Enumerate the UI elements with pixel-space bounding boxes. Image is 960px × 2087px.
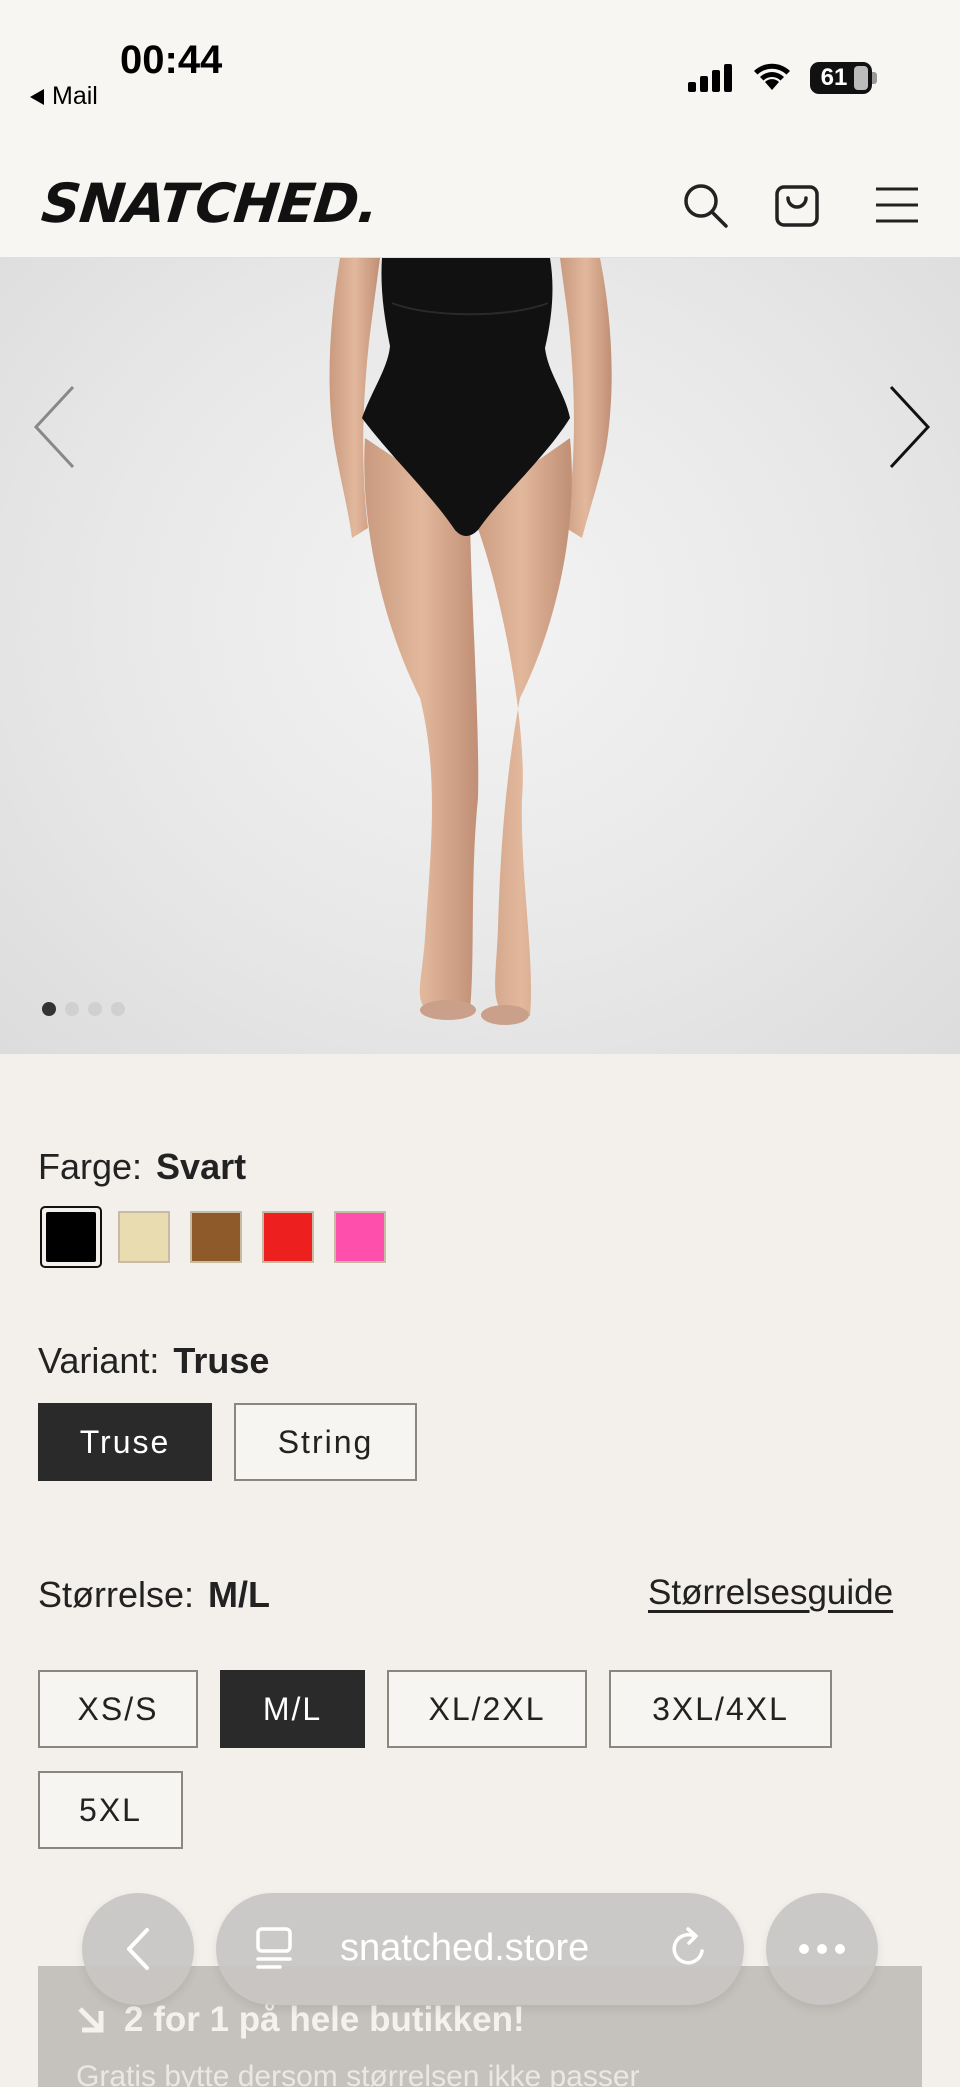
address-url: snatched.store — [340, 1927, 590, 1969]
color-swatch[interactable] — [40, 1206, 102, 1268]
cart-button[interactable] — [770, 178, 824, 232]
color-swatch[interactable] — [190, 1211, 242, 1263]
product-photo — [329, 258, 612, 1025]
promo-title: 2 for 1 på hele butikken! — [124, 2000, 525, 2039]
site-logo[interactable]: SNATCHED. — [39, 172, 381, 235]
status-bar: 00:44 Mail 61 — [0, 0, 960, 150]
more-dots-icon — [799, 1944, 845, 1954]
size-option-3xl-4xl[interactable]: 3XL/4XL — [609, 1670, 832, 1748]
gallery-dot[interactable] — [111, 1002, 125, 1016]
site-header: SNATCHED. — [0, 150, 960, 258]
gallery-dot[interactable] — [42, 1002, 56, 1016]
promo-subtitle: Gratis bytte dersom størrelsen ikke pass… — [76, 2060, 640, 2087]
color-swatch[interactable] — [118, 1211, 170, 1263]
tab-overview-icon — [256, 1927, 292, 1969]
address-bar[interactable]: snatched.store — [216, 1893, 744, 2005]
color-swatch[interactable] — [262, 1211, 314, 1263]
cellular-signal-icon — [688, 62, 732, 92]
chevron-left-icon — [127, 1928, 149, 1970]
variant-option-truse[interactable]: Truse — [38, 1403, 212, 1481]
product-gallery[interactable] — [0, 258, 960, 1054]
arrow-down-right-icon — [78, 2007, 104, 2033]
search-button[interactable] — [678, 178, 732, 232]
variant-option-string[interactable]: String — [234, 1403, 417, 1481]
back-label: Mail — [52, 82, 98, 110]
promo-title-row: 2 for 1 på hele butikken! — [76, 2000, 525, 2040]
status-time: 00:44 — [120, 38, 223, 82]
browser-more-button[interactable] — [766, 1893, 878, 2005]
gallery-dot[interactable] — [88, 1002, 102, 1016]
size-value: M/L — [208, 1574, 271, 1615]
back-to-mail[interactable]: Mail — [30, 82, 98, 111]
size-label: Størrelse: — [38, 1574, 195, 1615]
color-swatches — [40, 1206, 386, 1268]
variant-label: Variant: — [38, 1340, 160, 1381]
reload-icon[interactable] — [666, 1923, 712, 1973]
gallery-dots — [42, 1002, 125, 1016]
size-option-xl-2xl[interactable]: XL/2XL — [387, 1670, 587, 1748]
cart-icon — [775, 185, 819, 227]
size-option-5xl[interactable]: 5XL — [38, 1771, 183, 1849]
gallery-next-arrow-icon[interactable] — [876, 382, 936, 472]
size-label-row: Størrelse: M/L — [38, 1574, 270, 1616]
color-label-row: Farge: Svart — [38, 1146, 246, 1188]
menu-icon — [876, 187, 918, 223]
back-triangle-icon — [30, 88, 44, 105]
gallery-prev-arrow-icon[interactable] — [28, 382, 88, 472]
size-option-m-l[interactable]: M/L — [220, 1670, 365, 1748]
battery-level: 61 — [820, 64, 848, 91]
gallery-dot[interactable] — [65, 1002, 79, 1016]
size-guide-link[interactable]: Størrelsesguide — [648, 1573, 893, 1613]
browser-back-button[interactable] — [82, 1893, 194, 2005]
color-value: Svart — [156, 1146, 247, 1187]
variant-value: Truse — [173, 1340, 270, 1381]
color-swatch[interactable] — [334, 1211, 386, 1263]
wifi-icon — [754, 63, 790, 90]
menu-button[interactable] — [870, 178, 924, 232]
size-option-xs-s[interactable]: XS/S — [38, 1670, 198, 1748]
search-icon — [684, 184, 728, 228]
battery-icon: 61 — [810, 62, 872, 94]
color-label: Farge: — [38, 1146, 143, 1187]
variant-label-row: Variant: Truse — [38, 1340, 269, 1382]
